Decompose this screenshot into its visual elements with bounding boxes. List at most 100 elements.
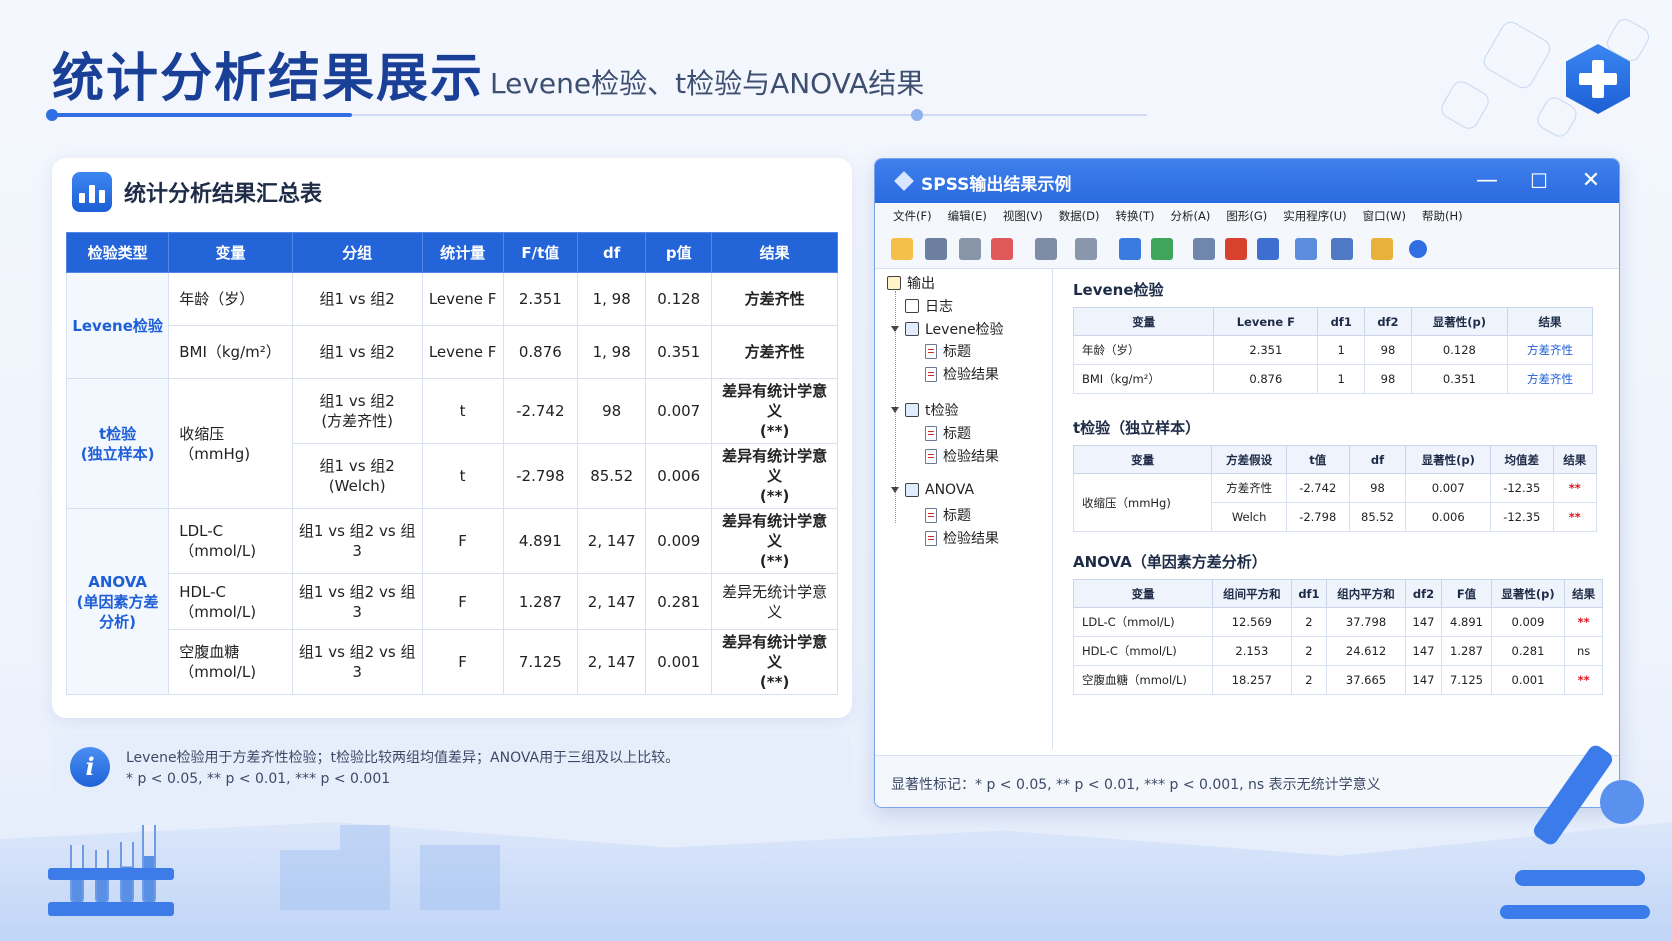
spss-variable-cell: 空腹血糖（mmol/L)	[1072, 665, 1214, 695]
anova-section-title: ANOVA（单因素方差分析）	[1073, 553, 1267, 571]
p-value-cell: 0.001	[645, 629, 713, 695]
tree-item-ttest[interactable]: t检验	[891, 400, 959, 420]
spss-col-header: 结果	[1552, 445, 1598, 474]
p-value-cell: 0.351	[645, 325, 713, 379]
tree-label-result: 检验结果	[943, 449, 999, 465]
value-cell: 4.891	[502, 508, 579, 574]
tree-label-log: 日志	[925, 299, 953, 315]
spss-col-header: 结果	[1506, 307, 1594, 336]
table-row: BMI（kg/m²） 0.876 1 98 0.351 方差齐性	[1072, 364, 1594, 394]
spss-col-header: t值	[1285, 445, 1350, 474]
export-icon[interactable]	[1075, 238, 1097, 260]
spss-window-title: SPSS输出结果示例	[921, 175, 1072, 195]
medical-cross-icon-h	[1579, 73, 1617, 85]
data-view-icon[interactable]	[1151, 238, 1173, 260]
variable-cell: BMI（kg/m²）	[168, 325, 293, 379]
table-icon[interactable]	[1257, 238, 1279, 260]
close-button[interactable]: ✕	[1565, 159, 1617, 203]
tree-item-title[interactable]: 标题	[925, 341, 971, 361]
collapse-arrow-icon[interactable]	[891, 407, 899, 413]
statistic-cell: F	[421, 573, 504, 630]
status-text: 显著性标记：* p < 0.05, ** p < 0.01, *** p < 0…	[891, 777, 1381, 793]
p-value-cell: 0.281	[645, 573, 713, 630]
menu-item[interactable]: 实用程序(U)	[1283, 208, 1346, 224]
spss-cell: -12.35	[1489, 473, 1554, 503]
result-text: 差异有统计学意义	[722, 447, 828, 485]
minimize-button[interactable]: —	[1461, 159, 1513, 203]
spss-menu-bar: 文件(F) 编辑(E) 视图(V) 数据(D) 转换(T) 分析(A) 图形(G) 实用程序(…	[875, 203, 1619, 229]
bar-chart-icon	[72, 172, 112, 212]
group-cell: 组1 vs 组2 (Welch)	[291, 443, 423, 509]
spss-cell: 2	[1290, 665, 1328, 695]
spss-cell: 2.153	[1212, 636, 1292, 666]
spss-col-header: df1	[1290, 579, 1328, 608]
spss-col-header: 显著性(p)	[1490, 579, 1566, 608]
ttest-table: 变量 方差假设 t值 df 显著性(p) 均值差 结果 收缩压（mmHg) 方差齐性 -2.742…	[1072, 445, 1598, 532]
result-text: 差异有统计学意义	[722, 512, 828, 550]
collapse-arrow-icon[interactable]	[891, 326, 899, 332]
group-cell: 组1 vs 组2	[291, 325, 423, 379]
spss-cell: 0.876	[1213, 364, 1319, 394]
tree-item-title[interactable]: 标题	[925, 423, 971, 443]
group-text: 组1 vs 组2 vs 组3	[298, 643, 416, 681]
tree-item-levene[interactable]: Levene检验	[891, 319, 1004, 339]
tree-item-result[interactable]: 检验结果	[925, 446, 999, 466]
spss-cell: 1	[1317, 335, 1366, 365]
hexagon-decoration	[1480, 18, 1554, 92]
search-icon[interactable]	[1409, 240, 1427, 258]
spss-result-cell: ns	[1564, 636, 1603, 666]
spss-col-header: 均值差	[1489, 445, 1554, 474]
spss-cell: 147	[1404, 607, 1443, 637]
variable-cell: LDL-C（mmol/L)	[168, 508, 293, 574]
chart-builder-icon[interactable]	[1119, 238, 1141, 260]
open-folder-icon[interactable]	[891, 238, 913, 260]
test-tube-icon	[142, 825, 156, 905]
tree-item-title[interactable]: 标题	[925, 505, 971, 525]
p-value-cell: 0.007	[645, 378, 713, 444]
tree-item-result[interactable]: 检验结果	[925, 528, 999, 548]
goto-icon[interactable]	[1035, 238, 1057, 260]
menu-item[interactable]: 分析(A)	[1171, 208, 1211, 224]
tree-item-result[interactable]: 检验结果	[925, 364, 999, 384]
script-icon[interactable]	[1371, 238, 1393, 260]
group-text: 组1 vs 组2 vs 组3	[298, 582, 416, 621]
group-text: 组1 vs 组2	[319, 392, 395, 410]
insert-icon[interactable]	[1225, 238, 1247, 260]
folder-icon	[905, 403, 919, 417]
pivot-icon[interactable]	[1295, 238, 1317, 260]
tree-label-anova: ANOVA	[925, 482, 975, 498]
menu-item[interactable]: 窗口(W)	[1363, 208, 1406, 224]
menu-item[interactable]: 图形(G)	[1226, 208, 1267, 224]
recall-dialog-icon[interactable]	[991, 238, 1013, 260]
save-icon[interactable]	[925, 238, 947, 260]
menu-item[interactable]: 编辑(E)	[948, 208, 987, 224]
df-cell: 2, 147	[577, 508, 647, 574]
menu-item[interactable]: 数据(D)	[1059, 208, 1100, 224]
menu-item[interactable]: 帮助(H)	[1422, 208, 1463, 224]
maximize-button[interactable]: ☐	[1513, 159, 1565, 203]
result-marker: (**)	[759, 487, 790, 505]
output-icon[interactable]	[1331, 238, 1353, 260]
binoculars-icon[interactable]	[1193, 238, 1215, 260]
result-cell: 方差齐性	[711, 272, 838, 326]
spss-cell: 0.009	[1490, 607, 1566, 637]
spss-cell: 0.351	[1410, 364, 1508, 394]
print-icon[interactable]	[959, 238, 981, 260]
tree-item-anova[interactable]: ANOVA	[891, 482, 974, 498]
note-box: i Levene检验用于方差齐性检验；t检验比较两组均值差异；ANOVA用于三组…	[52, 733, 852, 801]
tree-item-output[interactable]: 输出	[887, 273, 935, 293]
collapse-arrow-icon[interactable]	[891, 487, 899, 493]
result-marker: (**)	[759, 552, 790, 570]
menu-item[interactable]: 转换(T)	[1116, 208, 1155, 224]
page-title: 统计分析结果展示	[52, 49, 485, 109]
statistic-cell: t	[421, 378, 504, 444]
group-cell: 组1 vs 组2 vs 组3	[291, 573, 423, 630]
menu-item[interactable]: 视图(V)	[1003, 208, 1043, 224]
tree-label-ttest: t检验	[925, 403, 959, 419]
spss-cell: 37.798	[1326, 607, 1406, 637]
tree-item-log[interactable]: 日志	[905, 296, 953, 316]
table-row: 空腹血糖（mmol/L) 组1 vs 组2 vs 组3 F 7.125 2, 147 0.…	[67, 629, 838, 695]
summary-table: 检验类型 变量 分组 统计量 F/t值 df p值 结果 Levene检验 年龄（岁） 组1 vs…	[65, 232, 838, 695]
menu-item[interactable]: 文件(F)	[893, 208, 932, 224]
statistic-cell: F	[421, 508, 504, 574]
